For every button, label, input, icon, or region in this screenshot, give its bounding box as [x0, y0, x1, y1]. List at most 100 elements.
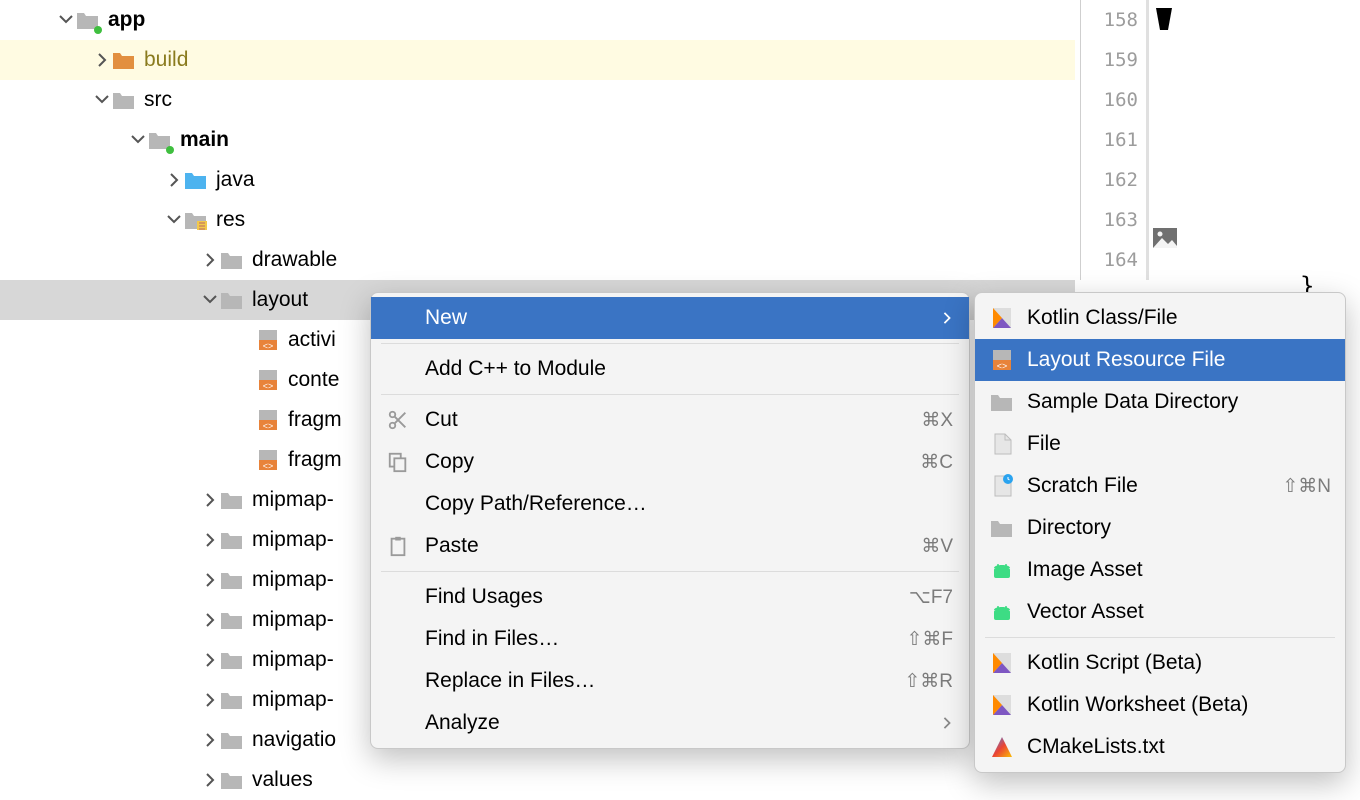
menu-item-analyze[interactable]: Analyze [371, 702, 969, 744]
tree-item-src[interactable]: src [0, 80, 1075, 120]
chevron-right-icon [200, 690, 220, 710]
folder-icon [220, 528, 244, 552]
menu-item-cut[interactable]: Cut ⌘X [371, 399, 969, 441]
submenu-layout-resource[interactable]: Layout Resource File [975, 339, 1345, 381]
menu-label: Copy Path/Reference… [425, 492, 953, 516]
submenu-file[interactable]: File [975, 423, 1345, 465]
submenu-image-asset[interactable]: Image Asset [975, 549, 1345, 591]
tree-label: java [216, 160, 255, 200]
tree-label: fragm [288, 400, 342, 440]
copy-icon [385, 449, 411, 475]
tree-label: mipmap- [252, 480, 334, 520]
tree-item-res[interactable]: res [0, 200, 1075, 240]
chevron-right-icon [200, 530, 220, 550]
chevron-right-icon [941, 711, 953, 735]
tree-label: drawable [252, 240, 337, 280]
submenu-cmakelists[interactable]: CMakeLists.txt [975, 726, 1345, 768]
menu-item-new[interactable]: New [371, 297, 969, 339]
shortcut: ⇧⌘R [904, 670, 953, 693]
chevron-right-icon [200, 570, 220, 590]
menu-label: Add C++ to Module [425, 357, 953, 381]
folder-icon [220, 288, 244, 312]
shortcut: ⌘C [920, 451, 953, 474]
menu-label: Scratch File [1027, 474, 1282, 498]
tree-item-app[interactable]: app [0, 0, 1075, 40]
chevron-right-icon [200, 490, 220, 510]
menu-item-find-usages[interactable]: Find Usages ⌥F7 [371, 576, 969, 618]
line-number: 158 [1081, 0, 1146, 40]
folder-icon [220, 608, 244, 632]
menu-item-copy-path[interactable]: Copy Path/Reference… [371, 483, 969, 525]
folder-icon [989, 389, 1015, 415]
folder-icon [220, 568, 244, 592]
tree-item-build[interactable]: build [0, 40, 1075, 80]
menu-label: Kotlin Class/File [1027, 306, 1331, 330]
submenu-kotlin-worksheet[interactable]: Kotlin Worksheet (Beta) [975, 684, 1345, 726]
chevron-right-icon [164, 170, 184, 190]
tree-label: app [108, 0, 145, 40]
menu-label: Paste [425, 534, 921, 558]
folder-icon [220, 728, 244, 752]
chevron-right-icon [200, 650, 220, 670]
shortcut: ⌥F7 [909, 586, 953, 609]
menu-separator [985, 637, 1335, 638]
context-menu: New Add C++ to Module Cut ⌘X Copy ⌘C Cop… [370, 292, 970, 749]
menu-label: CMakeLists.txt [1027, 735, 1331, 759]
folder-icon [220, 648, 244, 672]
tree-label: res [216, 200, 245, 240]
file-icon [989, 431, 1015, 457]
folder-icon [76, 8, 100, 32]
tree-label: build [144, 40, 188, 80]
menu-item-find-in-files[interactable]: Find in Files… ⇧⌘F [371, 618, 969, 660]
line-number: 161 [1081, 120, 1146, 160]
tree-label: layout [252, 280, 308, 320]
tree-label: values [252, 760, 313, 800]
submenu-vector-asset[interactable]: Vector Asset [975, 591, 1345, 633]
submenu-scratch-file[interactable]: Scratch File ⇧⌘N [975, 465, 1345, 507]
xml-file-icon [256, 408, 280, 432]
line-number: 160 [1081, 80, 1146, 120]
menu-item-copy[interactable]: Copy ⌘C [371, 441, 969, 483]
cmake-icon [989, 734, 1015, 760]
tree-label: activi [288, 320, 336, 360]
submenu-sample-data[interactable]: Sample Data Directory [975, 381, 1345, 423]
menu-label: New [425, 306, 941, 330]
tree-label: conte [288, 360, 339, 400]
tree-item-drawable[interactable]: drawable [0, 240, 1075, 280]
folder-icon [989, 515, 1015, 541]
scissors-icon [385, 407, 411, 433]
tree-label: mipmap- [252, 600, 334, 640]
submenu-kotlin-class[interactable]: Kotlin Class/File [975, 297, 1345, 339]
tree-item-java[interactable]: java [0, 160, 1075, 200]
chevron-right-icon [200, 730, 220, 750]
chevron-right-icon [200, 610, 220, 630]
tree-item-values[interactable]: values [0, 760, 1075, 800]
folder-icon [184, 208, 208, 232]
tree-label: mipmap- [252, 640, 334, 680]
folder-icon [148, 128, 172, 152]
menu-label: Find in Files… [425, 627, 906, 651]
chevron-right-icon [200, 250, 220, 270]
kotlin-file-icon [989, 305, 1015, 331]
xml-file-icon [989, 347, 1015, 373]
folder-icon [220, 248, 244, 272]
menu-label: Copy [425, 450, 920, 474]
tree-label: mipmap- [252, 680, 334, 720]
shortcut: ⇧⌘N [1282, 475, 1331, 498]
tree-label: mipmap- [252, 560, 334, 600]
folder-icon [112, 88, 136, 112]
folder-icon [220, 488, 244, 512]
chevron-down-icon [128, 130, 148, 150]
menu-item-add-cpp[interactable]: Add C++ to Module [371, 348, 969, 390]
menu-item-paste[interactable]: Paste ⌘V [371, 525, 969, 567]
menu-label: Layout Resource File [1027, 348, 1331, 372]
submenu-kotlin-script[interactable]: Kotlin Script (Beta) [975, 642, 1345, 684]
tree-item-main[interactable]: main [0, 120, 1075, 160]
chevron-down-icon [92, 90, 112, 110]
new-submenu: Kotlin Class/File Layout Resource File S… [974, 292, 1346, 773]
line-number: 164 [1081, 240, 1146, 280]
chevron-down-icon [56, 10, 76, 30]
paste-icon [385, 533, 411, 559]
submenu-directory[interactable]: Directory [975, 507, 1345, 549]
menu-item-replace-in-files[interactable]: Replace in Files… ⇧⌘R [371, 660, 969, 702]
